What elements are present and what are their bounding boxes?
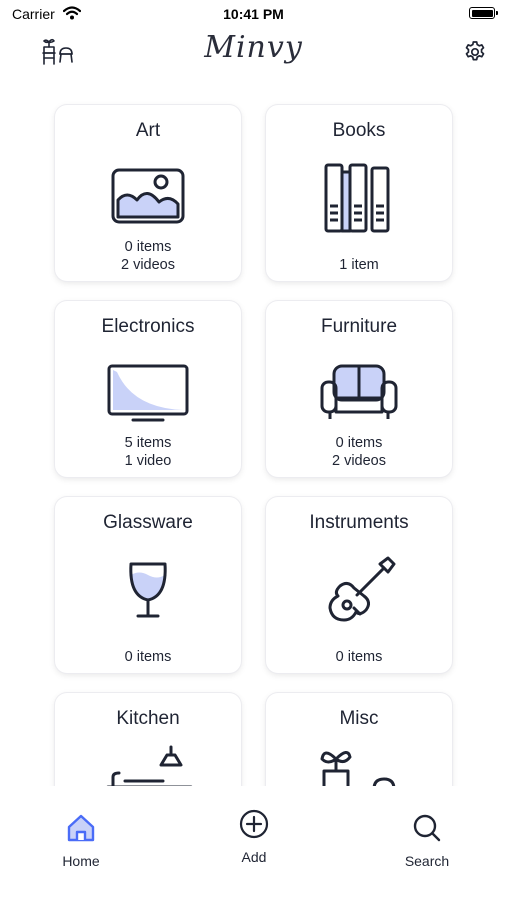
category-title: Misc bbox=[339, 708, 379, 729]
category-card-instruments[interactable]: Instruments 0 items bbox=[266, 497, 452, 673]
guitar-icon bbox=[314, 552, 404, 632]
clock: 10:41 PM bbox=[223, 6, 284, 22]
tab-add[interactable]: Add bbox=[228, 808, 280, 865]
item-count: 0 items bbox=[335, 435, 383, 451]
tab-label: Home bbox=[62, 853, 100, 869]
category-card-art[interactable]: Art 0 items 2 videos bbox=[55, 105, 241, 281]
category-title: Kitchen bbox=[116, 708, 180, 729]
gear-icon[interactable] bbox=[463, 40, 487, 69]
category-title: Books bbox=[332, 120, 386, 141]
wine-glass-icon bbox=[103, 552, 193, 632]
app-logo: Minvy bbox=[204, 30, 303, 65]
item-count: 0 items bbox=[124, 649, 172, 665]
home-icon bbox=[65, 814, 97, 847]
item-count: 0 items bbox=[335, 649, 383, 665]
item-count: 5 items bbox=[124, 435, 172, 451]
item-count: 1 item bbox=[339, 257, 379, 273]
item-count: 0 items bbox=[124, 239, 172, 255]
tv-icon bbox=[103, 356, 193, 436]
category-card-books[interactable]: Books 1 item bbox=[266, 105, 452, 281]
tab-bar: Home Add Search bbox=[0, 790, 507, 900]
category-card-furniture[interactable]: Furniture 0 items 2 videos bbox=[266, 301, 452, 477]
category-card-glassware[interactable]: Glassware 0 items bbox=[55, 497, 241, 673]
battery-icon bbox=[469, 7, 498, 19]
category-title: Art bbox=[135, 120, 161, 141]
books-icon bbox=[314, 160, 404, 240]
tab-home[interactable]: Home bbox=[52, 812, 110, 869]
search-icon bbox=[411, 814, 443, 847]
tab-label: Add bbox=[241, 849, 267, 865]
video-count: 2 videos bbox=[120, 257, 175, 273]
category-card-electronics[interactable]: Electronics 5 items 1 video bbox=[55, 301, 241, 477]
status-bar: Carrier 10:41 PM bbox=[0, 0, 507, 30]
video-count: 2 videos bbox=[331, 453, 386, 469]
add-circle-icon bbox=[238, 809, 270, 843]
category-title: Glassware bbox=[103, 512, 193, 533]
tab-search[interactable]: Search bbox=[398, 812, 456, 869]
category-title: Instruments bbox=[309, 512, 409, 533]
picture-icon bbox=[103, 160, 193, 240]
category-title: Electronics bbox=[101, 316, 195, 337]
sofa-icon bbox=[314, 356, 404, 436]
video-count: 1 video bbox=[124, 453, 172, 469]
tab-label: Search bbox=[404, 853, 450, 869]
category-title: Furniture bbox=[320, 316, 398, 337]
